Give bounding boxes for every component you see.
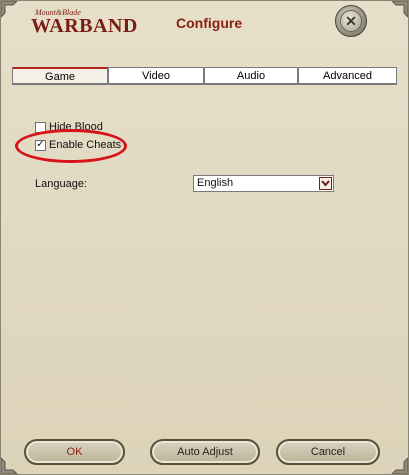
corner-ornament-icon: [1, 1, 18, 18]
language-value: English: [197, 177, 234, 189]
highlight-annotation: [15, 129, 127, 163]
window-title: Configure: [176, 15, 243, 31]
auto-adjust-button[interactable]: Auto Adjust: [150, 439, 260, 465]
tab-game[interactable]: Game: [12, 67, 108, 84]
tab-advanced[interactable]: Advanced: [298, 67, 397, 84]
language-label: Language:: [35, 178, 87, 190]
game-logo: Mount&Blade WARBAND: [31, 7, 137, 37]
ok-button[interactable]: OK: [24, 439, 125, 465]
language-select[interactable]: English: [193, 175, 334, 192]
tab-video[interactable]: Video: [108, 67, 204, 84]
tab-audio[interactable]: Audio: [204, 67, 298, 84]
close-icon: ✕: [340, 10, 362, 32]
close-button[interactable]: ✕: [335, 5, 367, 37]
corner-ornament-icon: [391, 457, 408, 474]
logo-big-text: WARBAND: [31, 15, 138, 37]
corner-ornament-icon: [391, 1, 408, 18]
configure-window: Mount&Blade WARBAND Configure ✕ Game Vid…: [0, 0, 409, 475]
chevron-down-icon[interactable]: [319, 177, 332, 190]
cancel-button[interactable]: Cancel: [276, 439, 380, 465]
